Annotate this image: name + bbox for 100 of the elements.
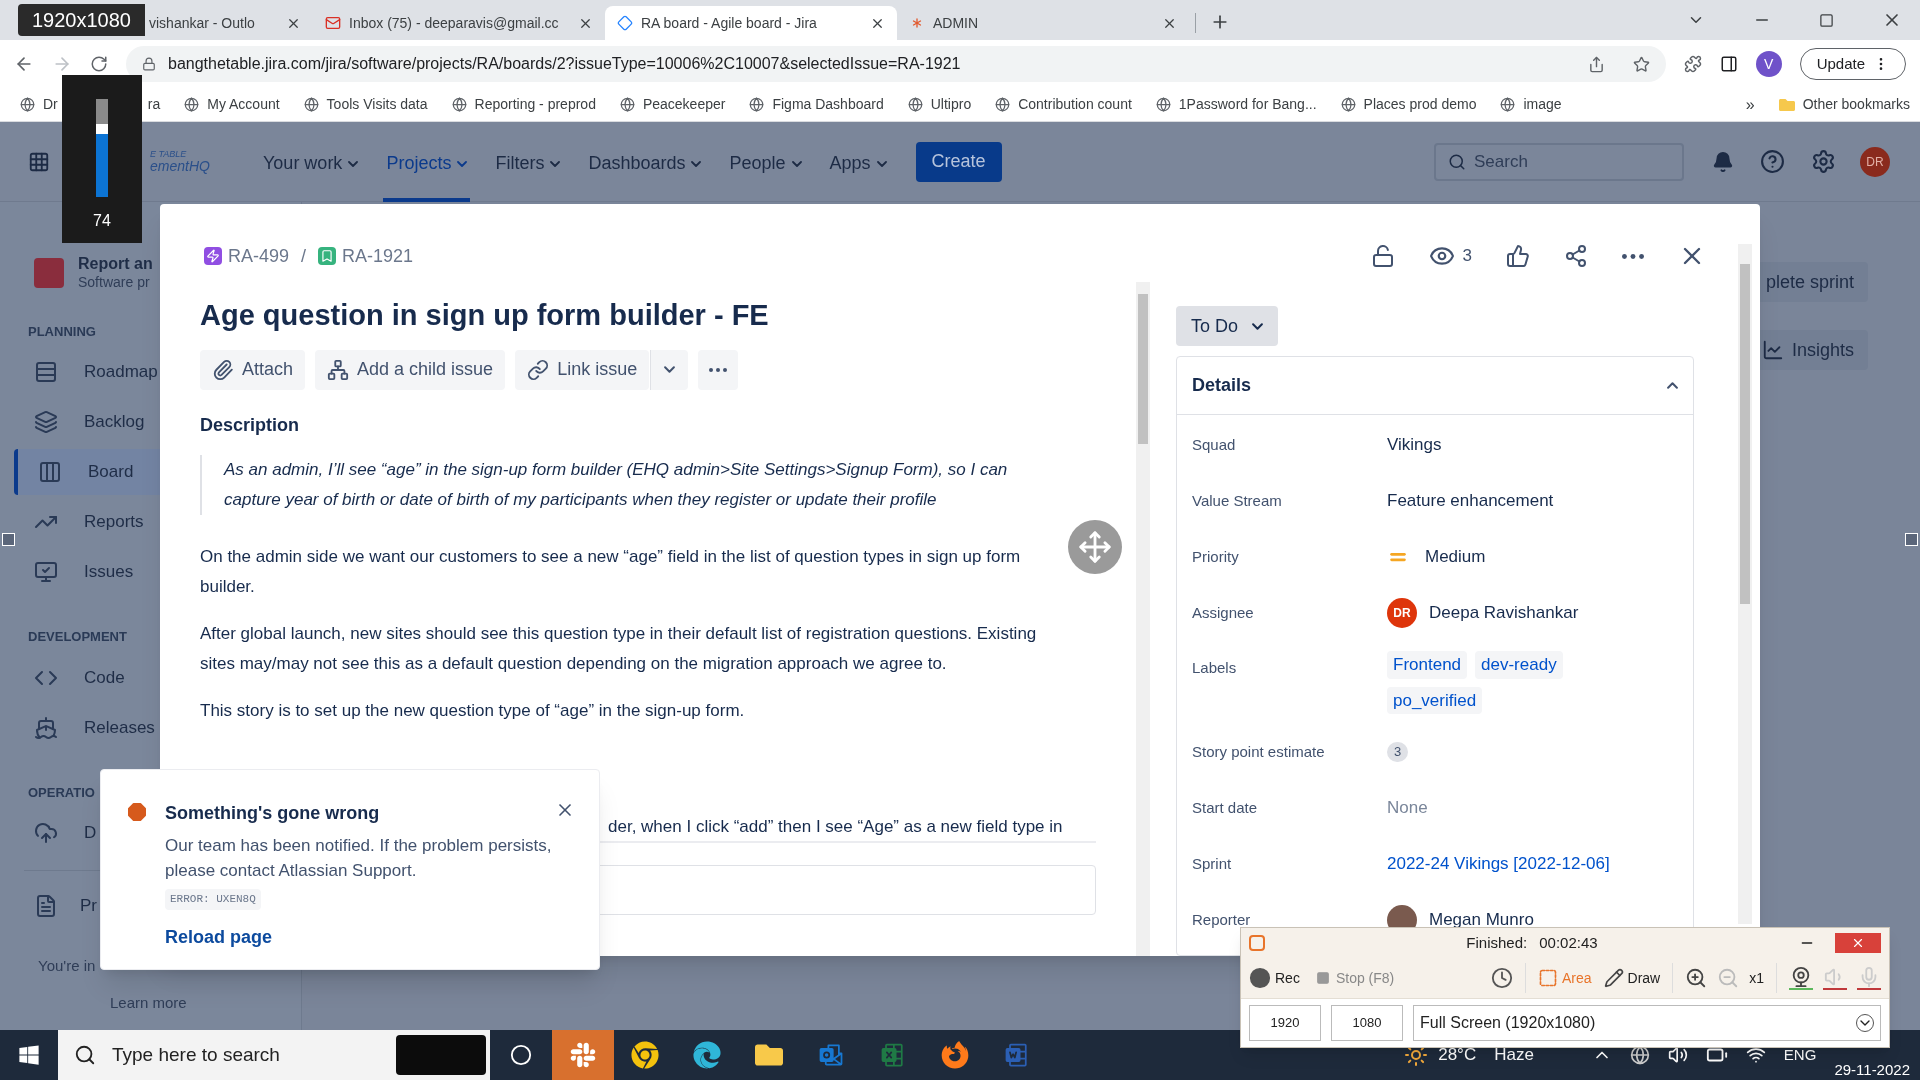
lock-icon[interactable] — [1370, 244, 1395, 268]
sidebar-item[interactable]: Code — [14, 654, 160, 701]
browser-tab[interactable]: Inbox (75) - deeparavis@gmail.cc — [313, 6, 605, 40]
toolbar-button[interactable]: Attach — [200, 349, 306, 390]
field-label: Assignee — [1192, 602, 1255, 623]
sidebar-item[interactable]: Releases — [14, 704, 160, 751]
sprint-link[interactable]: 2022-24 Vikings [2022-12-06] — [1387, 851, 1610, 877]
browser-tab[interactable]: ADMIN — [897, 6, 1189, 40]
project-name: Report an — [78, 254, 153, 274]
sidebar-item[interactable]: Backlog — [14, 399, 160, 445]
bookmark[interactable]: Ultipro — [907, 94, 972, 115]
watch-button[interactable]: 3 — [1428, 243, 1472, 269]
toolbar-button[interactable]: Add a child issue — [315, 349, 506, 390]
toolbar-button[interactable]: Link issue — [515, 349, 650, 390]
sidebar-item[interactable]: Pr — [14, 883, 100, 929]
side-panel-icon[interactable] — [1719, 55, 1738, 73]
language-indicator[interactable]: ENG — [1783, 1043, 1817, 1067]
breadcrumb-link[interactable]: RA-1921 — [342, 242, 414, 270]
like-icon[interactable] — [1506, 244, 1530, 268]
record-icon — [1249, 967, 1271, 989]
profile-avatar[interactable]: V — [1755, 51, 1782, 77]
sidebar-item[interactable]: Reports — [14, 499, 160, 545]
bookmark[interactable]: Dr — [20, 94, 58, 115]
globe-icon — [907, 97, 923, 112]
bookmark[interactable]: Figma Dashboard — [749, 94, 884, 115]
notifications-icon[interactable] — [1712, 150, 1734, 173]
bookmark[interactable]: image — [1500, 94, 1562, 115]
timer-icon[interactable] — [1490, 967, 1513, 989]
label-tag[interactable]: dev-ready — [1475, 651, 1563, 679]
user-avatar[interactable]: DR — [1860, 146, 1890, 177]
app-switcher-icon[interactable] — [28, 150, 50, 173]
extensions-icon[interactable] — [1683, 55, 1702, 73]
capture-mode-select[interactable]: Full Screen (1920x1080) — [1413, 1005, 1881, 1041]
label-tag[interactable]: po_verified — [1387, 686, 1483, 714]
zoom-in-icon[interactable] — [1685, 967, 1708, 989]
nav-menu[interactable]: Dashboards — [585, 121, 705, 202]
bookmark[interactable]: 1Password for Bang... — [1155, 94, 1317, 115]
nav-menu[interactable]: Apps — [826, 121, 890, 202]
restore-icon[interactable] — [1819, 12, 1834, 28]
create-button[interactable]: Create — [915, 141, 1002, 182]
bookmark[interactable]: Peacekeeper — [619, 94, 726, 115]
width-field[interactable]: 1920 — [1249, 1005, 1321, 1041]
bookmark[interactable]: ra — [147, 94, 161, 115]
sidebar-item[interactable]: D — [14, 810, 160, 856]
bookmark[interactable]: My Account — [184, 94, 280, 115]
draw-button[interactable]: Draw — [1603, 967, 1661, 989]
volume-icon[interactable] — [1667, 1045, 1688, 1065]
field-value: Deepa Ravishankar — [1429, 602, 1579, 625]
settings-icon[interactable] — [1811, 149, 1836, 174]
share-icon[interactable] — [1587, 55, 1605, 73]
height-field[interactable]: 1080 — [1331, 1005, 1403, 1041]
description-paragraph: After global launch, new sites should see this question type in their default list of registration questions. Existing sites may/may not see this as a default question depending on the migration approach we agree to. — [200, 622, 1038, 675]
sidebar-item[interactable]: Issues — [14, 549, 160, 595]
project-icon — [34, 257, 64, 288]
sidebar-item[interactable]: Board — [14, 449, 160, 495]
field-label: Labels — [1192, 658, 1238, 678]
bookmark[interactable]: Contribution count — [995, 94, 1132, 115]
microphone-icon[interactable] — [1857, 966, 1881, 990]
rows-icon — [34, 360, 58, 384]
more-icon — [709, 367, 728, 372]
browser-tab[interactable]: RA board - Agile board - Jira — [605, 6, 897, 40]
field-value: Medium — [1425, 546, 1486, 569]
rec-button[interactable]: Rec — [1249, 967, 1300, 989]
bookmark[interactable]: Tools Visits data — [303, 94, 428, 115]
nav-menu[interactable]: Filters — [492, 121, 564, 202]
taskbar-date[interactable]: 29-11-2022 — [1834, 1059, 1910, 1080]
resize-handle-icon — [2, 533, 15, 546]
hierarchy-icon — [327, 358, 350, 381]
browser-tab[interactable]: vishankar - Outlo — [145, 6, 313, 40]
taskbar-search[interactable]: Type here to search — [58, 1030, 490, 1080]
reload-link[interactable]: Reload page — [165, 923, 273, 951]
label-tag[interactable]: Frontend — [1387, 651, 1468, 679]
speaker-icon[interactable] — [1823, 966, 1847, 990]
field-label: Value Stream — [1192, 490, 1283, 511]
star-icon[interactable] — [1632, 55, 1650, 73]
reload-icon[interactable] — [90, 55, 108, 73]
section-heading: OPERATIO — [28, 783, 95, 802]
sidebar-item[interactable]: Roadmap — [14, 349, 160, 395]
details-header[interactable]: Details — [1177, 357, 1693, 415]
chevron-icon — [664, 366, 676, 373]
cortana-icon[interactable] — [510, 1044, 532, 1066]
bookmark[interactable]: Places prod demo — [1340, 94, 1477, 115]
nav-menu[interactable]: Your work — [260, 121, 362, 202]
more-bookmarks[interactable]: » — [1745, 92, 1755, 117]
field-value: Feature enhancement — [1387, 490, 1554, 513]
more-button[interactable] — [698, 349, 739, 390]
help-icon[interactable] — [1760, 149, 1785, 174]
bookmark[interactable]: Reporting - preprod — [451, 94, 596, 115]
breadcrumb-link[interactable]: RA-499 — [228, 242, 290, 270]
bookmark-folder[interactable]: Other bookmarks — [1802, 94, 1910, 115]
nav-menu[interactable]: People — [726, 121, 805, 202]
globe-icon — [749, 97, 765, 112]
address-field[interactable]: bangthetable.jira.com/jira/software/projects/RA/boards/2?issueType=10006%2C10007&selectedIssue=RA-1921 — [126, 46, 1666, 82]
webcam-icon[interactable] — [1789, 966, 1813, 990]
wifi-icon[interactable] — [1745, 1045, 1766, 1065]
status-button[interactable]: To Do — [1176, 306, 1279, 346]
network-icon[interactable] — [1629, 1045, 1650, 1065]
chrome-icon — [631, 1041, 659, 1069]
share-icon[interactable] — [1564, 244, 1588, 268]
error-icon — [125, 800, 149, 824]
